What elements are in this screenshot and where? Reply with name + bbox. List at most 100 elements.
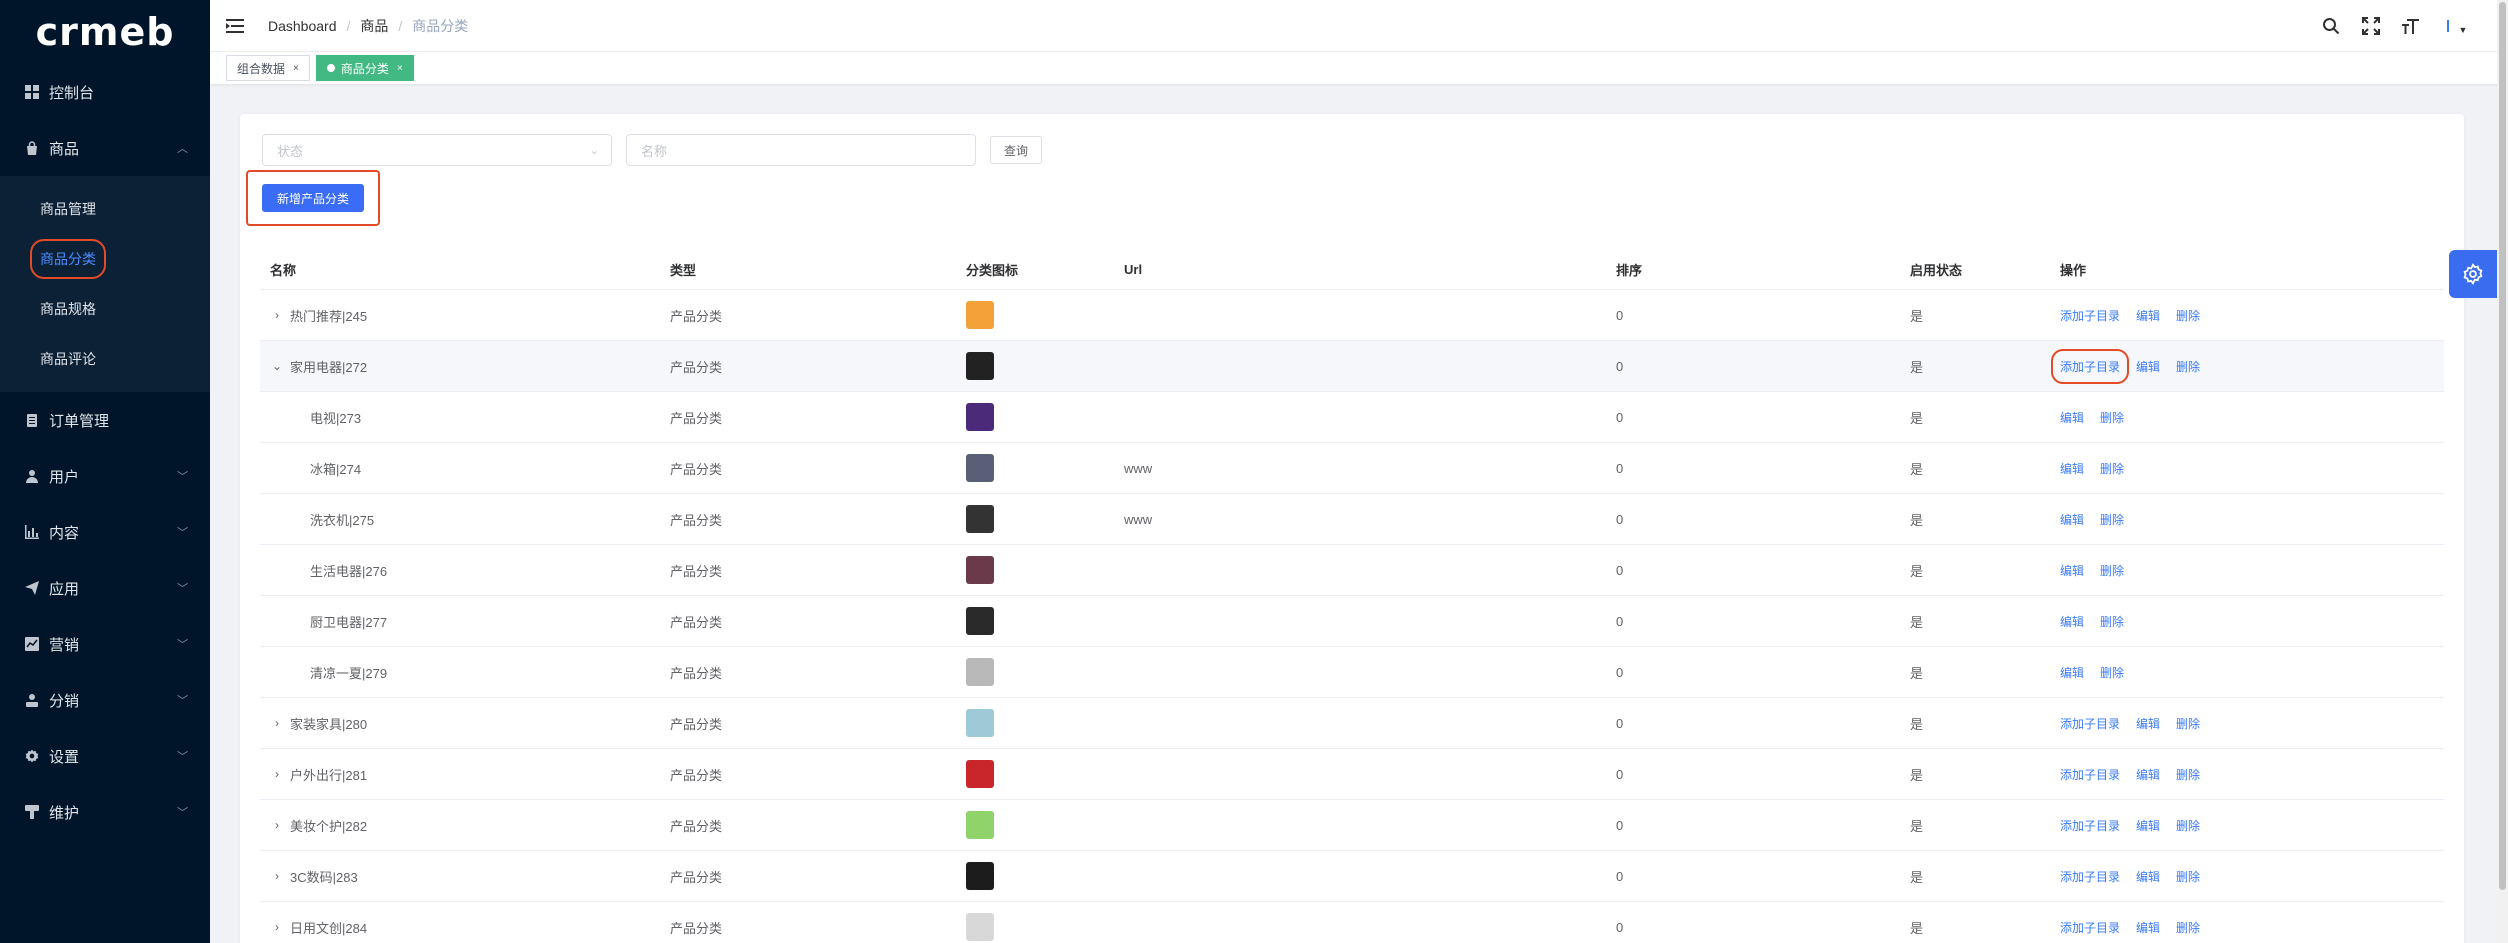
sidebar-subitem-3[interactable]: 商品评论 — [0, 334, 210, 384]
chevron-right-icon[interactable]: › — [270, 767, 284, 781]
delete-button[interactable]: 删除 — [2176, 766, 2200, 783]
edit-button[interactable]: 编辑 — [2060, 460, 2084, 477]
settings-fab[interactable] — [2449, 250, 2497, 298]
sidebar-item-6[interactable]: 营销 ﹀ — [0, 616, 210, 672]
table-row: 冰箱|274 产品分类 www 0 是 编辑 删除 — [260, 443, 2444, 494]
add-child-button[interactable]: 添加子目录 — [2060, 868, 2120, 885]
sidebar-item-4[interactable]: 内容 ﹀ — [0, 504, 210, 560]
edit-button[interactable]: 编辑 — [2136, 919, 2160, 936]
gear-icon — [2463, 263, 2483, 285]
edit-button[interactable]: 编辑 — [2060, 664, 2084, 681]
column-header: 类型 — [670, 263, 697, 278]
delete-button[interactable]: 删除 — [2100, 409, 2124, 426]
edit-button[interactable]: 编辑 — [2136, 715, 2160, 732]
delete-button[interactable]: 删除 — [2100, 613, 2124, 630]
chevron-right-icon[interactable]: › — [270, 818, 284, 832]
delete-button[interactable]: 删除 — [2176, 919, 2200, 936]
edit-button[interactable]: 编辑 — [2136, 817, 2160, 834]
tag-1[interactable]: 商品分类 × — [315, 55, 414, 81]
delete-button[interactable]: 删除 — [2176, 817, 2200, 834]
edit-button[interactable]: 编辑 — [2060, 613, 2084, 630]
chevron-right-icon[interactable]: › — [270, 869, 284, 883]
category-thumbnail[interactable] — [966, 556, 994, 584]
row-actions: 添加子目录 编辑 删除 — [2050, 307, 2444, 324]
query-button[interactable]: 查询 — [990, 136, 1043, 164]
close-icon[interactable]: × — [293, 63, 299, 74]
category-thumbnail[interactable] — [966, 607, 994, 635]
search-icon[interactable] — [2320, 15, 2342, 37]
edit-button[interactable]: 编辑 — [2136, 307, 2160, 324]
category-status: 是 — [1910, 614, 1924, 630]
name-input[interactable]: 名称 — [626, 134, 976, 166]
send-icon — [24, 580, 40, 596]
logo[interactable]: crmeb — [0, 0, 210, 64]
chevron-right-icon[interactable]: › — [270, 920, 284, 934]
sidebar-item-8[interactable]: 设置 ﹀ — [0, 728, 210, 784]
font-size-icon[interactable] — [2400, 15, 2422, 37]
sidebar-item-label: 维护 — [49, 804, 80, 822]
sidebar-item-5[interactable]: 应用 ﹀ — [0, 560, 210, 616]
fullscreen-icon[interactable] — [2360, 15, 2382, 37]
category-thumbnail[interactable] — [966, 811, 994, 839]
sidebar-subitem-1[interactable]: 商品分类 — [0, 234, 210, 284]
scrollbar-thumb[interactable] — [2499, 2, 2506, 890]
chevron-right-icon[interactable]: › — [270, 716, 284, 730]
hamburger-icon[interactable] — [226, 18, 244, 33]
add-child-button[interactable]: 添加子目录 — [2050, 348, 2130, 384]
category-thumbnail[interactable] — [966, 760, 994, 788]
sidebar-item-7[interactable]: 分销 ﹀ — [0, 672, 210, 728]
edit-button[interactable]: 编辑 — [2136, 766, 2160, 783]
category-name-cell: › 美妆个护|282 — [260, 816, 660, 835]
add-child-button[interactable]: 添加子目录 — [2060, 307, 2120, 324]
close-icon[interactable]: × — [397, 63, 403, 74]
category-name-cell: 生活电器|276 — [260, 561, 660, 580]
add-child-button[interactable]: 添加子目录 — [2060, 817, 2120, 834]
category-thumbnail[interactable] — [966, 403, 994, 431]
delete-button[interactable]: 删除 — [2100, 460, 2124, 477]
category-thumbnail[interactable] — [966, 709, 994, 737]
edit-button[interactable]: 编辑 — [2060, 409, 2084, 426]
sidebar-subitem-2[interactable]: 商品规格 — [0, 284, 210, 334]
delete-button[interactable]: 删除 — [2176, 358, 2200, 375]
add-child-button[interactable]: 添加子目录 — [2060, 715, 2120, 732]
category-thumbnail[interactable] — [966, 862, 994, 890]
delete-button[interactable]: 删除 — [2176, 868, 2200, 885]
user-avatar[interactable]: ▼ — [2440, 15, 2474, 37]
delete-button[interactable]: 删除 — [2176, 715, 2200, 732]
column-header: 启用状态 — [1910, 263, 1963, 278]
edit-button[interactable]: 编辑 — [2136, 868, 2160, 885]
delete-button[interactable]: 删除 — [2100, 664, 2124, 681]
sidebar-item-1[interactable]: 商品 ︿ — [0, 120, 210, 176]
edit-button[interactable]: 编辑 — [2136, 358, 2160, 375]
table-row: 清凉一夏|279 产品分类 0 是 编辑 删除 — [260, 647, 2444, 698]
name-input-placeholder: 名称 — [641, 143, 668, 159]
category-thumbnail[interactable] — [966, 454, 994, 482]
active-dot-icon — [326, 64, 335, 72]
edit-button[interactable]: 编辑 — [2060, 511, 2084, 528]
add-category-button[interactable]: 新增产品分类 — [261, 184, 364, 212]
category-thumbnail[interactable] — [966, 658, 994, 686]
status-select[interactable]: 状态 ⌄ — [262, 134, 612, 166]
category-thumbnail[interactable] — [966, 913, 994, 941]
table-row: 洗衣机|275 产品分类 www 0 是 编辑 删除 — [260, 494, 2444, 545]
delete-button[interactable]: 删除 — [2100, 511, 2124, 528]
chevron-right-icon[interactable]: › — [270, 308, 284, 322]
category-thumbnail[interactable] — [966, 301, 994, 329]
sidebar-subitem-0[interactable]: 商品管理 — [0, 184, 210, 234]
category-thumbnail[interactable] — [966, 505, 994, 533]
sidebar-item-3[interactable]: 用户 ﹀ — [0, 448, 210, 504]
breadcrumb-product[interactable]: 商品 — [360, 16, 388, 36]
add-child-button[interactable]: 添加子目录 — [2060, 766, 2120, 783]
delete-button[interactable]: 删除 — [2176, 307, 2200, 324]
sidebar-item-0[interactable]: 控制台 — [0, 64, 210, 120]
add-child-button[interactable]: 添加子目录 — [2060, 919, 2120, 936]
chevron-down-icon[interactable]: ⌄ — [270, 359, 284, 373]
edit-button[interactable]: 编辑 — [2060, 562, 2084, 579]
tag-0[interactable]: 组合数据 × — [226, 55, 310, 81]
page-scrollbar[interactable] — [2497, 0, 2508, 943]
category-thumbnail[interactable] — [966, 352, 994, 380]
breadcrumb-dashboard[interactable]: Dashboard — [268, 18, 337, 34]
sidebar-item-2[interactable]: 订单管理 — [0, 392, 210, 448]
sidebar-item-9[interactable]: 维护 ﹀ — [0, 784, 210, 840]
delete-button[interactable]: 删除 — [2100, 562, 2124, 579]
